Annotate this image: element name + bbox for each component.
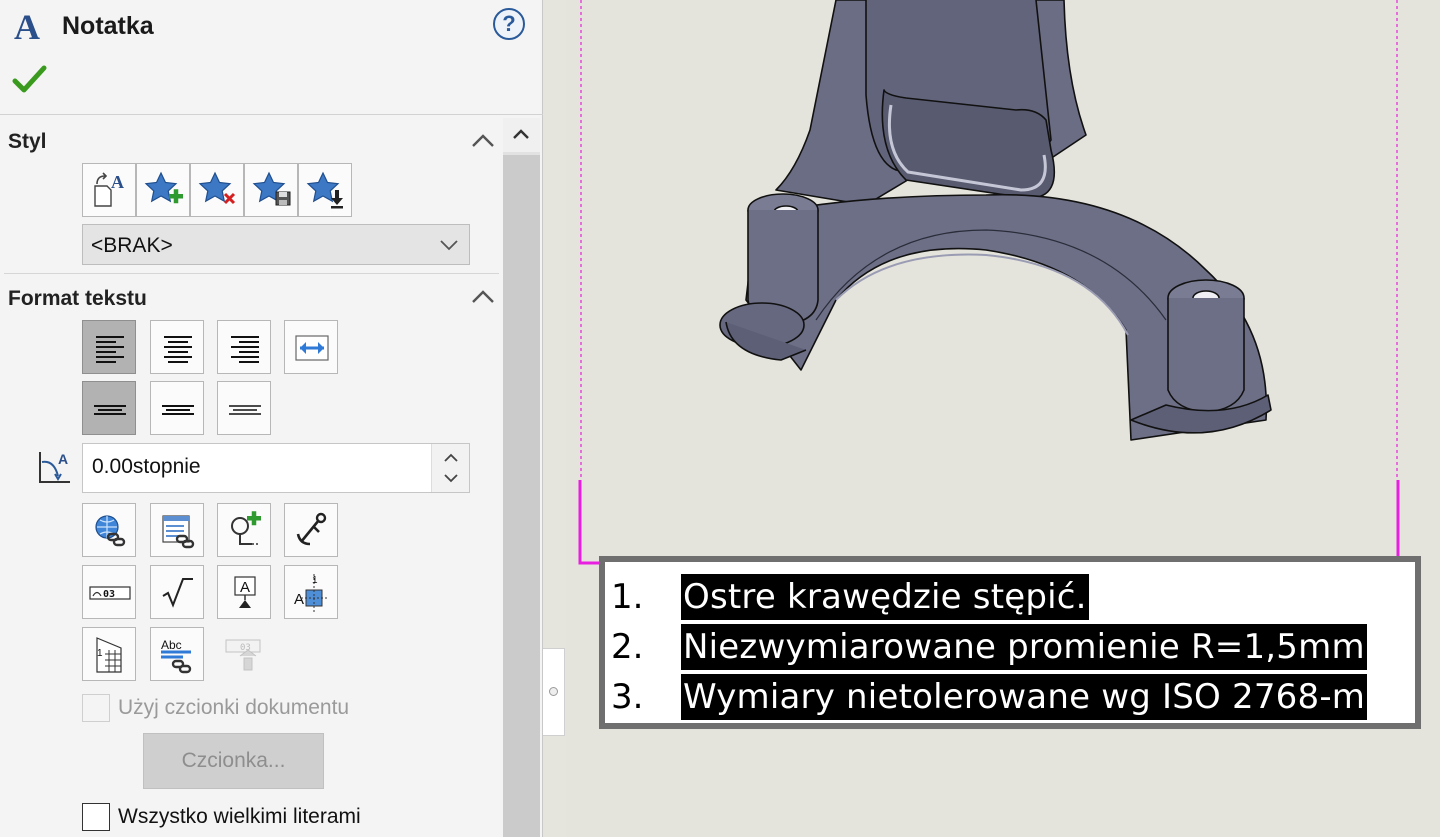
table-number: 1 — [97, 648, 103, 659]
app-window: A Notatka ? Styl A <BRAK> Format tekstu … — [0, 0, 1440, 837]
fit-text-icon — [295, 335, 329, 361]
justify-button[interactable] — [284, 320, 338, 374]
link-to-property-button[interactable] — [150, 503, 204, 557]
datum-target-icon: A 1 — [294, 574, 329, 612]
add-symbol-button[interactable] — [217, 503, 271, 557]
add-style-button[interactable] — [136, 163, 190, 217]
stack-note-button: 03 — [217, 627, 271, 681]
weld-symbol-button[interactable] — [150, 565, 204, 619]
chevron-up-icon — [472, 134, 494, 147]
star-load-icon — [306, 171, 343, 209]
load-style-button[interactable] — [298, 163, 352, 217]
note-line-3[interactable]: 3. Wymiary nietolerowane wg ISO 2768-m — [607, 674, 1415, 720]
stack-note-icon: 03 — [225, 639, 261, 671]
link-text-button[interactable]: Abc — [150, 627, 204, 681]
text-angle-input[interactable]: 0.00stopnie — [82, 443, 470, 493]
property-link-icon — [162, 515, 195, 549]
note-annotation[interactable]: 1. Ostre krawędzie stępić. 2. Niezwymiar… — [599, 556, 1421, 729]
divider — [4, 273, 499, 274]
note-line-number: 1. — [611, 577, 644, 617]
abc-label: Abc — [161, 638, 182, 652]
use-document-font-label: Użyj czcionki dokumentu — [118, 696, 350, 719]
scroll-up-button[interactable] — [503, 118, 540, 152]
align-center-icon — [164, 336, 192, 363]
symbol-add-icon — [231, 511, 261, 545]
datum-target-button[interactable]: A 1 — [284, 565, 338, 619]
scrollbar-thumb[interactable] — [503, 155, 540, 837]
delete-style-button[interactable] — [190, 163, 244, 217]
font-button: Czcionka... — [143, 733, 324, 789]
style-select-value: <BRAK> — [91, 234, 173, 257]
all-caps-label: Wszystko wielkimi literami — [118, 805, 361, 828]
angle-spinner[interactable] — [431, 444, 469, 492]
surface-finish-icon: 03 — [89, 586, 131, 600]
insert-hyperlink-button[interactable] — [82, 503, 136, 557]
svg-text:A: A — [111, 172, 124, 192]
note-line-number: 2. — [611, 627, 644, 667]
align-center-button[interactable] — [150, 320, 204, 374]
valign-middle-button[interactable] — [150, 381, 204, 435]
help-button[interactable]: ? — [493, 8, 525, 40]
section-title-style: Styl — [8, 130, 47, 153]
apply-style-icon: A — [94, 172, 124, 207]
datum-target-letter: A — [294, 591, 304, 608]
note-line-1[interactable]: 1. Ostre krawędzie stępić. — [607, 574, 1415, 620]
property-manager-panel: A Notatka ? Styl A <BRAK> Format tekstu … — [0, 0, 543, 837]
valign-bottom-button[interactable] — [217, 381, 271, 435]
divider — [0, 114, 543, 115]
text-angle-icon: A — [36, 448, 74, 493]
checkmark-icon — [12, 65, 47, 93]
collapse-style-button[interactable] — [470, 131, 496, 151]
note-line-number: 3. — [611, 677, 644, 717]
all-caps-checkbox[interactable] — [82, 803, 110, 831]
connecting-rod-model — [719, 0, 1272, 441]
sample-text-03: 03 — [103, 589, 115, 600]
ok-checkmark-button[interactable] — [12, 62, 48, 98]
anchor-pin-icon — [296, 512, 327, 546]
use-document-font-checkbox — [82, 694, 110, 722]
star-save-icon — [252, 171, 291, 206]
chevron-up-icon — [472, 290, 494, 303]
square-root-icon — [162, 578, 193, 608]
datum-a-icon: A — [234, 576, 256, 608]
align-right-button[interactable] — [217, 320, 271, 374]
surface-finish-button[interactable]: 03 — [82, 565, 136, 619]
panel-title: Notatka — [62, 12, 154, 40]
angle-letter: A — [58, 451, 68, 467]
lock-note-button[interactable] — [284, 503, 338, 557]
align-right-icon — [231, 336, 259, 363]
save-style-button[interactable] — [244, 163, 298, 217]
note-line-2[interactable]: 2. Niezwymiarowane promienie R=1,5mm — [607, 624, 1415, 670]
section-title-text-format: Format tekstu — [8, 287, 147, 310]
valign-middle-icon — [162, 405, 194, 415]
note-line-text[interactable]: Niezwymiarowane promienie R=1,5mm — [681, 624, 1367, 670]
valign-top-button[interactable] — [82, 381, 136, 435]
insert-table-button[interactable]: 1 — [82, 627, 136, 681]
spinner-arrows-icon — [444, 453, 458, 483]
text-angle-value: 0.00stopnie — [92, 455, 201, 478]
balloon-table-icon: 1 — [96, 637, 122, 673]
panel-header: A Notatka ? — [0, 0, 543, 52]
sheet-corner-left — [578, 480, 600, 565]
apply-style-button[interactable]: A — [82, 163, 136, 217]
star-delete-icon — [198, 171, 236, 205]
datum-feature-button[interactable]: A — [217, 565, 271, 619]
chevron-up-icon — [513, 129, 529, 139]
valign-bottom-icon — [229, 405, 261, 415]
note-line-text[interactable]: Ostre krawędzie stępić. — [681, 574, 1089, 620]
collapse-text-format-button[interactable] — [470, 287, 496, 307]
note-line-text[interactable]: Wymiary nietolerowane wg ISO 2768-m — [681, 674, 1368, 720]
chevron-down-icon — [440, 240, 458, 251]
globe-link-icon — [95, 515, 126, 547]
valign-top-icon — [94, 405, 126, 415]
datum-letter: A — [240, 579, 250, 596]
star-add-icon — [144, 171, 183, 204]
abc-link-icon: Abc — [161, 638, 192, 674]
splitter-grip-icon — [549, 687, 558, 696]
datum-target-number: 1 — [312, 575, 318, 586]
style-select[interactable]: <BRAK> — [82, 224, 470, 265]
align-left-button[interactable] — [82, 320, 136, 374]
align-left-icon — [96, 336, 124, 363]
note-icon: A — [14, 7, 40, 47]
